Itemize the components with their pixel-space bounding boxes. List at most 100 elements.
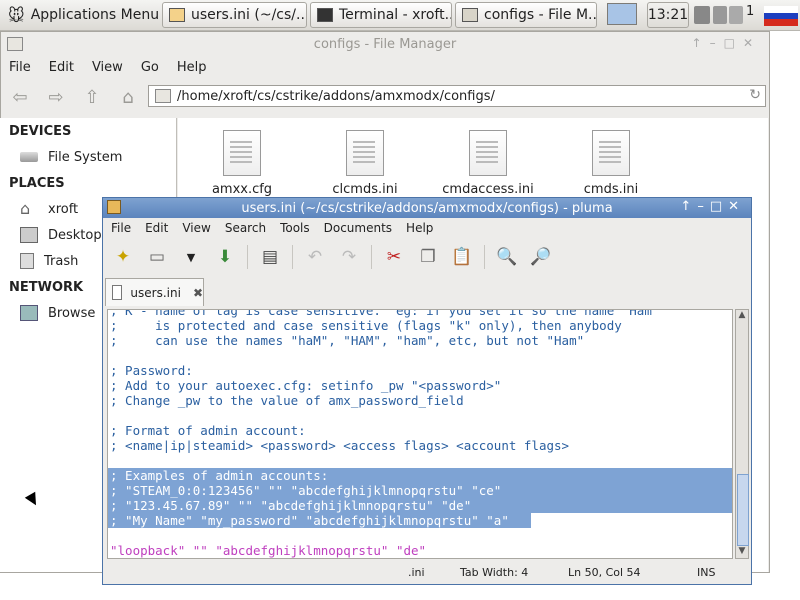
menu-go[interactable]: Go: [141, 60, 159, 75]
taskbar-button-file-manager[interactable]: configs - File M...: [455, 2, 597, 28]
menu-view[interactable]: View: [182, 221, 210, 235]
file-item[interactable]: clcmds.ini: [315, 130, 415, 197]
undo-icon[interactable]: ↶: [303, 245, 327, 269]
code-line: ; Change _pw to the value of amx_passwor…: [110, 393, 464, 408]
code-line: "loopback" "" "abcdefghijklmnopqrstu" "d…: [110, 543, 427, 558]
menu-view[interactable]: View: [92, 60, 123, 75]
close-icon[interactable]: ✖: [193, 286, 203, 300]
window-controls[interactable]: ↑–□✕: [680, 199, 745, 214]
reload-icon[interactable]: ↻: [749, 87, 761, 103]
menu-help[interactable]: Help: [406, 221, 433, 235]
folder-icon: [462, 8, 478, 22]
code-line: ; K - name of tag is case sensitive. eg:…: [110, 309, 660, 318]
network-computer-icon: [20, 305, 38, 321]
toolbar-separator: [371, 245, 372, 269]
drive-icon: [20, 152, 38, 162]
file-name: clcmds.ini: [332, 182, 398, 197]
open-icon[interactable]: ▭: [145, 245, 169, 269]
back-icon[interactable]: ⇦: [9, 86, 31, 108]
file-item[interactable]: cmds.ini: [561, 130, 661, 197]
menu-tools[interactable]: Tools: [280, 221, 310, 235]
folder-icon: [155, 89, 171, 103]
scrollbar-thumb[interactable]: [737, 474, 749, 546]
code-line-selected: ; "My Name" "my_password" "abcdefghijklm…: [108, 513, 531, 528]
file-name: cmdaccess.ini: [442, 182, 534, 197]
print-icon[interactable]: ▤: [258, 245, 282, 269]
text-file-icon: [469, 130, 507, 176]
menu-edit[interactable]: Edit: [49, 60, 74, 75]
code-line-selected: ; Examples of admin accounts:: [108, 468, 732, 483]
pluma-window: users.ini (~/cs/cstrike/addons/amxmodx/c…: [102, 197, 752, 585]
pluma-titlebar[interactable]: users.ini (~/cs/cstrike/addons/amxmodx/c…: [103, 198, 751, 218]
file-manager-titlebar[interactable]: configs - File Manager ↑–□✕: [1, 32, 769, 56]
cursor-position: Ln 50, Col 54: [568, 565, 641, 579]
taskbar-button-terminal[interactable]: Terminal - xroft...: [310, 2, 452, 28]
file-name: amxx.cfg: [211, 182, 273, 197]
scroll-up-icon[interactable]: ▲: [736, 310, 748, 322]
text-editor-area[interactable]: ; K - name of tag is case sensitive. eg:…: [107, 309, 733, 559]
text-editor-icon: [169, 8, 185, 22]
menu-file[interactable]: File: [111, 221, 131, 235]
forward-icon[interactable]: ⇨: [45, 86, 67, 108]
up-icon[interactable]: ⇧: [81, 86, 103, 108]
sidebar-item-file-system[interactable]: File System: [0, 144, 176, 170]
search-replace-icon[interactable]: 🔎: [529, 245, 553, 269]
file-item[interactable]: cmdaccess.ini: [438, 130, 538, 197]
notification-icon[interactable]: [729, 6, 743, 24]
location-path: /home/xroft/cs/cstrike/addons/amxmodx/co…: [177, 88, 495, 104]
tab-width-selector[interactable]: Tab Width: 4: [460, 566, 528, 579]
menu-help[interactable]: Help: [177, 60, 207, 75]
pluma-toolbar: ✦ ▭ ▼ ⬇ ▤ ↶ ↷ ✂ ❐ 📋 🔍 🔎: [103, 238, 751, 276]
cut-icon[interactable]: ✂: [382, 245, 406, 269]
menu-edit[interactable]: Edit: [145, 221, 168, 235]
menu-search[interactable]: Search: [225, 221, 266, 235]
sidebar-item-label: xroft: [48, 201, 79, 217]
menu-file[interactable]: File: [9, 60, 31, 75]
language-selector[interactable]: .ini: [408, 566, 425, 579]
sidebar-item-label: Desktop: [48, 227, 102, 243]
new-document-icon[interactable]: ✦: [111, 245, 135, 269]
scroll-down-icon[interactable]: ▼: [736, 546, 748, 558]
sidebar-item-label: Browse: [48, 305, 96, 321]
pluma-statusbar: .ini Tab Width: 4 Ln 50, Col 54 INS: [103, 562, 751, 582]
home-icon[interactable]: ⌂: [117, 86, 139, 108]
applications-menu-label: Applications Menu: [30, 7, 160, 23]
save-icon[interactable]: ⬇: [213, 245, 237, 269]
code-line: ; can use the names "haM", "HAM", "ham",…: [110, 333, 585, 348]
network-icon[interactable]: [694, 6, 710, 24]
taskbar-label: Terminal - xroft...: [339, 7, 452, 23]
editor-scrollbar[interactable]: ▲ ▼: [735, 309, 749, 559]
search-icon[interactable]: 🔍: [495, 245, 519, 269]
redo-icon[interactable]: ↷: [337, 245, 361, 269]
text-file-icon: [223, 130, 261, 176]
toolbar-separator: [292, 245, 293, 269]
keyboard-layout-flag-icon[interactable]: [764, 6, 798, 26]
chevron-down-icon[interactable]: ▼: [179, 245, 203, 269]
code-line: ; is protected and case sensitive (flags…: [110, 318, 622, 333]
clock[interactable]: 13:21: [647, 2, 689, 28]
tab-users-ini[interactable]: users.ini ✖: [105, 278, 204, 306]
tab-label: users.ini: [130, 285, 181, 300]
xfce-mouse-icon: 🐭: [8, 5, 25, 25]
taskbar-button-pluma[interactable]: users.ini (~/cs/...: [162, 2, 307, 28]
volume-icon[interactable]: [713, 6, 727, 24]
workspace-switcher[interactable]: [607, 3, 637, 25]
code-line: ; Add to your autoexec.cfg: setinfo _pw …: [110, 378, 502, 393]
paste-icon[interactable]: 📋: [450, 245, 474, 269]
sidebar-item-label: Trash: [44, 253, 79, 269]
location-bar[interactable]: /home/xroft/cs/cstrike/addons/amxmodx/co…: [148, 85, 766, 107]
text-editor-icon: [107, 200, 121, 214]
applications-menu-button[interactable]: 🐭 Applications Menu: [2, 2, 165, 28]
window-controls[interactable]: ↑–□✕: [692, 36, 761, 50]
sidebar-heading-places: PLACES: [9, 175, 65, 191]
home-icon: ⌂: [20, 199, 31, 218]
file-item[interactable]: amxx.cfg: [192, 130, 292, 197]
menu-documents[interactable]: Documents: [324, 221, 392, 235]
code-line: ; <name|ip|steamid> <password> <access f…: [110, 438, 570, 453]
code-line-selected: ; "123.45.67.89" "" "abcdefghijklmnopqrs…: [108, 498, 732, 513]
copy-icon[interactable]: ❐: [416, 245, 440, 269]
text-file-icon: [346, 130, 384, 176]
